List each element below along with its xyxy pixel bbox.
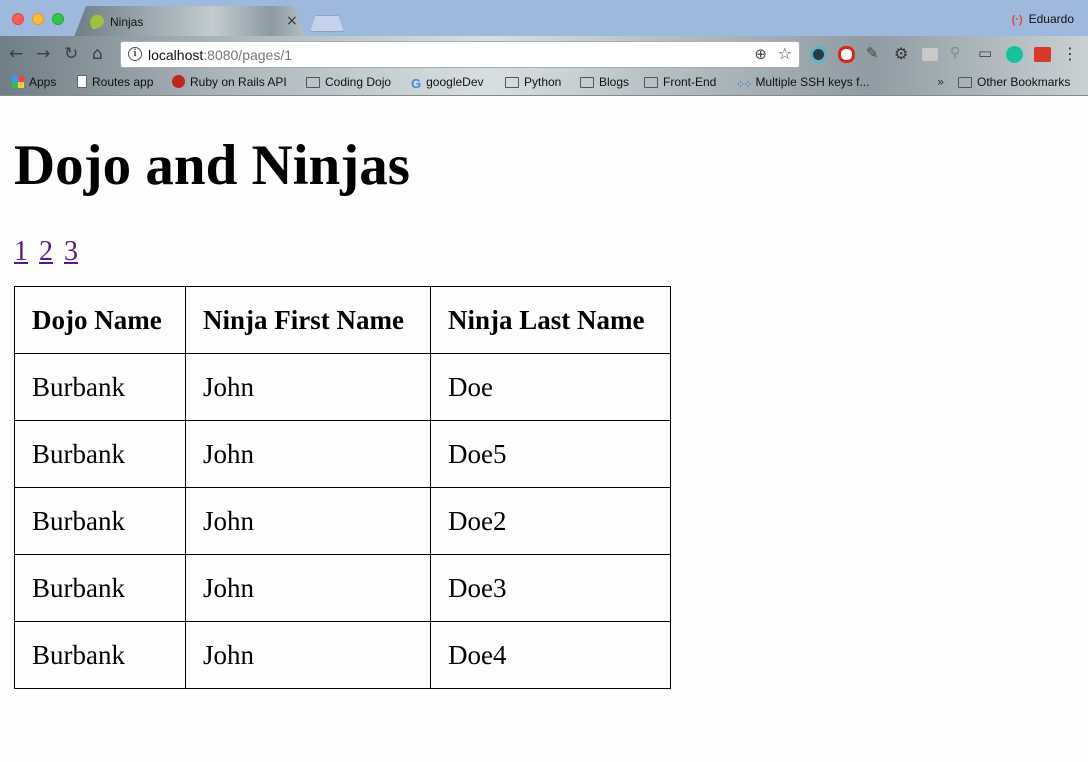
zoom-icon[interactable]: ⊕ xyxy=(754,45,767,63)
url-text[interactable]: localhost:8080/pages/1 xyxy=(148,47,292,63)
bookmark-label: Ruby on Rails API xyxy=(190,75,287,89)
extension-eyedropper-icon[interactable]: ✎ xyxy=(866,44,883,62)
column-header-last-name: Ninja Last Name xyxy=(430,286,671,354)
page-title: Dojo and Ninjas xyxy=(14,134,410,197)
url-path: :8080/pages/1 xyxy=(203,47,293,63)
bookmark-front-end[interactable]: Front-End xyxy=(644,75,716,89)
dojo-name-cell: Burbank xyxy=(14,420,186,488)
browser-tab-active[interactable]: Ninjas × xyxy=(74,6,306,37)
table-row: Burbank John Doe2 xyxy=(14,487,671,555)
folder-icon xyxy=(958,77,972,88)
folder-icon xyxy=(644,77,658,88)
bookmark-label: Blogs xyxy=(599,75,630,89)
profile-button[interactable]: (·) Eduardo xyxy=(1012,12,1074,26)
extension-lastpass-icon[interactable] xyxy=(1034,47,1051,62)
address-bar[interactable]: i localhost:8080/pages/1 ⊕ ☆ xyxy=(120,41,800,68)
bookmark-ssh-keys[interactable]: ⁘⁘ Multiple SSH keys f... xyxy=(736,75,869,91)
page-link-2[interactable]: 2 xyxy=(39,236,53,267)
cast-icon[interactable]: ▭ xyxy=(978,44,995,62)
extension-css-icon[interactable] xyxy=(922,48,938,61)
apps-grid-icon xyxy=(12,76,24,88)
folder-icon xyxy=(306,77,320,88)
bookmark-apps[interactable]: Apps xyxy=(12,75,56,89)
rails-icon xyxy=(172,75,185,88)
bookmark-label: Apps xyxy=(29,75,57,89)
page-link-3[interactable]: 3 xyxy=(64,236,78,267)
extension-grammarly-icon[interactable] xyxy=(1006,46,1023,63)
column-header-first-name: Ninja First Name xyxy=(185,286,431,354)
table-row: Burbank John Doe xyxy=(14,353,671,421)
first-name-cell: John xyxy=(185,420,431,488)
dojo-name-cell: Burbank xyxy=(14,353,186,421)
page-content: Dojo and Ninjas 1 2 3 Dojo Name Ninja Fi… xyxy=(0,97,1088,762)
bookmark-other[interactable]: Other Bookmarks xyxy=(958,75,1070,89)
window-close-button[interactable] xyxy=(12,13,24,25)
page-link-1[interactable]: 1 xyxy=(14,236,28,267)
bookmark-python[interactable]: Python xyxy=(505,75,561,89)
bookmark-blogs[interactable]: Blogs xyxy=(580,75,629,89)
tab-close-icon[interactable]: × xyxy=(286,13,298,29)
bookmark-label: googleDev xyxy=(426,75,484,89)
first-name-cell: John xyxy=(185,353,431,421)
window-minimize-button[interactable] xyxy=(32,13,44,25)
url-host: localhost xyxy=(148,47,204,63)
bookmark-label: Multiple SSH keys f... xyxy=(755,75,870,89)
folder-icon xyxy=(505,77,519,88)
bookmarks-bar: Apps Routes app Ruby on Rails API Coding… xyxy=(0,72,1088,94)
bookmark-label: Python xyxy=(524,75,562,89)
first-name-cell: John xyxy=(185,487,431,555)
forward-arrow-icon[interactable]: → xyxy=(36,44,50,64)
dots-icon: ⁘⁘ xyxy=(736,79,753,91)
bookmark-rails-api[interactable]: Ruby on Rails API xyxy=(172,75,287,89)
new-tab-button[interactable] xyxy=(310,15,344,32)
extension-opera-icon[interactable] xyxy=(838,46,855,63)
extension-search-icon[interactable]: ⚲ xyxy=(950,45,967,62)
browser-toolbar: ← → ↻ ⌂ i localhost:8080/pages/1 ⊕ ☆ ✎ ⚙… xyxy=(0,36,1088,96)
dojo-name-cell: Burbank xyxy=(14,487,186,555)
bookmark-label: Coding Dojo xyxy=(325,75,392,89)
back-arrow-icon[interactable]: ← xyxy=(9,44,23,64)
last-name-cell: Doe5 xyxy=(430,420,671,488)
first-name-cell: John xyxy=(185,621,431,689)
pagination: 1 2 3 xyxy=(14,236,82,268)
site-info-icon[interactable]: i xyxy=(128,47,142,61)
tab-title: Ninjas xyxy=(110,15,144,29)
reload-icon[interactable]: ↻ xyxy=(64,44,78,64)
last-name-cell: Doe3 xyxy=(430,554,671,622)
dojo-name-cell: Burbank xyxy=(14,621,186,689)
last-name-cell: Doe xyxy=(430,353,671,421)
leaf-favicon-icon xyxy=(88,12,106,31)
column-header-dojo-name: Dojo Name xyxy=(14,286,186,354)
browser-menu-icon[interactable]: ⋮ xyxy=(1062,44,1078,63)
bookmark-routes-app[interactable]: Routes app xyxy=(77,75,153,89)
bookmark-googledev[interactable]: GgoogleDev xyxy=(411,75,484,91)
bookmark-star-icon[interactable]: ☆ xyxy=(778,44,792,63)
table-row: Burbank John Doe4 xyxy=(14,621,671,689)
last-name-cell: Doe2 xyxy=(430,487,671,555)
window-maximize-button[interactable] xyxy=(52,13,64,25)
last-name-cell: Doe4 xyxy=(430,621,671,689)
table-row: Burbank John Doe5 xyxy=(14,420,671,488)
google-icon: G xyxy=(411,76,422,91)
bookmark-label: Front-End xyxy=(663,75,717,89)
ninjas-table: Dojo Name Ninja First Name Ninja Last Na… xyxy=(14,286,671,689)
table-header-row: Dojo Name Ninja First Name Ninja Last Na… xyxy=(14,286,671,354)
bookmark-label: Other Bookmarks xyxy=(977,75,1071,89)
bookmark-coding-dojo[interactable]: Coding Dojo xyxy=(306,75,391,89)
bookmarks-overflow-icon[interactable]: » xyxy=(937,75,944,89)
bookmark-label: Routes app xyxy=(92,75,154,89)
extension-gear-icon[interactable]: ⚙ xyxy=(894,44,911,63)
page-icon xyxy=(77,75,87,88)
first-name-cell: John xyxy=(185,554,431,622)
home-icon[interactable]: ⌂ xyxy=(92,44,103,64)
profile-icon: (·) xyxy=(1011,14,1023,26)
dojo-name-cell: Burbank xyxy=(14,554,186,622)
folder-icon xyxy=(580,77,594,88)
table-row: Burbank John Doe3 xyxy=(14,554,671,622)
window-titlebar: Ninjas × (·) Eduardo xyxy=(0,0,1088,37)
profile-name: Eduardo xyxy=(1028,12,1074,26)
extension-camera-icon[interactable] xyxy=(810,46,827,63)
